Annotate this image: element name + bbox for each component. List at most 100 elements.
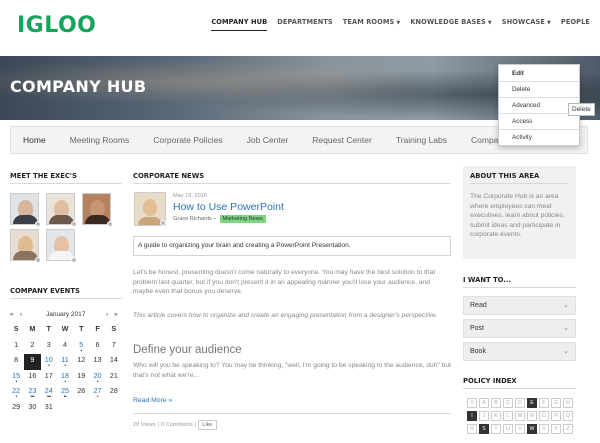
calendar-day[interactable]: 24 ••• <box>41 385 57 401</box>
policy-letter[interactable]: D <box>515 398 525 408</box>
calendar-day[interactable]: 25 •• <box>57 385 73 401</box>
calendar-day[interactable]: 5 • <box>73 339 89 355</box>
policy-letter[interactable]: N <box>527 411 537 421</box>
nav-team-rooms[interactable]: TEAM ROOMS ▼ <box>343 18 401 31</box>
want-read-button[interactable]: Read ⌄ <box>463 296 576 315</box>
calendar-day[interactable]: 28 <box>106 385 122 401</box>
prev-month-button[interactable]: ‹ <box>20 311 22 318</box>
calendar-day[interactable]: 30 <box>24 401 40 417</box>
policy-letter-active[interactable]: S <box>479 424 489 434</box>
want-post-button[interactable]: Post ⌄ <box>463 319 576 338</box>
calendar-day[interactable]: 27 • <box>89 385 105 401</box>
nav-people[interactable]: PEOPLE <box>561 18 590 31</box>
calendar-day[interactable]: 21 <box>106 370 122 386</box>
policy-letter[interactable]: H <box>563 398 573 408</box>
tab-job-center[interactable]: Job Center <box>235 135 301 145</box>
nav-departments[interactable]: DEPARTMENTS <box>277 18 333 31</box>
policy-letter[interactable]: V <box>515 424 525 434</box>
exec-avatar[interactable] <box>10 229 41 263</box>
news-author[interactable]: Grace Richards – <box>173 216 217 222</box>
menu-advanced[interactable]: Advanced <box>512 102 540 109</box>
exec-avatar[interactable] <box>82 193 113 227</box>
calendar-day[interactable]: 16 <box>24 370 40 386</box>
menu-activity[interactable]: Activity <box>512 134 532 141</box>
igloo-logo[interactable]: IGLOO <box>17 13 96 38</box>
policy-letter-active[interactable]: E <box>527 398 537 408</box>
policy-letter[interactable]: U <box>503 424 513 434</box>
calendar-day[interactable]: 2 <box>24 339 40 355</box>
calendar-day[interactable]: 8 <box>8 354 24 370</box>
prev-year-button[interactable]: « <box>10 311 14 318</box>
policy-letter[interactable]: O <box>539 411 549 421</box>
exec-avatar[interactable] <box>10 193 41 227</box>
menu-access[interactable]: Access <box>512 118 532 125</box>
policy-letter[interactable]: J <box>479 411 489 421</box>
calendar-day[interactable]: 22 • <box>8 385 24 401</box>
policy-letter[interactable]: F <box>539 398 549 408</box>
nav-showcase[interactable]: SHOWCASE ▼ <box>502 18 551 31</box>
tab-corporate-policies[interactable]: Corporate Policies <box>141 135 234 145</box>
about-panel: ABOUT THIS AREA The Corporate Hub is an … <box>463 166 576 259</box>
policy-letter[interactable]: K <box>491 411 501 421</box>
policy-letter-active[interactable]: W <box>527 424 537 434</box>
exec-avatar[interactable] <box>46 193 77 227</box>
news-title-link[interactable]: How to Use PowerPoint <box>173 201 284 213</box>
calendar-day[interactable]: 17 <box>41 370 57 386</box>
policy-letter[interactable]: G <box>551 398 561 408</box>
calendar-day[interactable]: 7 <box>106 339 122 355</box>
tab-request-center[interactable]: Request Center <box>300 135 384 145</box>
read-more-link[interactable]: Read More » <box>133 397 172 404</box>
next-year-button[interactable]: » <box>114 311 118 318</box>
calendar-day[interactable]: 11 • <box>57 354 73 370</box>
like-button[interactable]: Like <box>198 420 217 430</box>
exec-avatar[interactable] <box>46 229 77 263</box>
calendar-day[interactable]: 15 • <box>8 370 24 386</box>
policy-letter[interactable]: B <box>491 398 501 408</box>
tab-training-labs[interactable]: Training Labs <box>384 135 459 145</box>
calendar-day[interactable]: 26 <box>73 385 89 401</box>
nav-company-hub[interactable]: COMPANY HUB <box>211 18 268 31</box>
policy-letter-active[interactable]: I <box>467 411 477 421</box>
calendar-day[interactable]: 29 <box>8 401 24 417</box>
want-book-button[interactable]: Book ⌄ <box>463 342 576 361</box>
policy-letter[interactable]: X <box>539 424 549 434</box>
calendar-day[interactable]: 19 <box>73 370 89 386</box>
calendar-day-today[interactable]: 9 <box>24 354 41 370</box>
policy-letter[interactable]: # <box>467 398 477 408</box>
policy-letter[interactable]: T <box>491 424 501 434</box>
calendar-day[interactable]: 13 <box>89 354 105 370</box>
tab-meeting-rooms[interactable]: Meeting Rooms <box>58 135 142 145</box>
calendar-day[interactable]: 6 <box>89 339 105 355</box>
calendar-day[interactable]: 12 <box>73 354 89 370</box>
policy-letter[interactable]: P <box>551 411 561 421</box>
policy-letter[interactable]: R <box>467 424 477 434</box>
policy-letter[interactable]: L <box>503 411 513 421</box>
news-category-tag[interactable]: Marketing News <box>219 215 266 223</box>
calendar-day <box>89 401 105 417</box>
policy-letter[interactable]: A <box>479 398 489 408</box>
menu-edit[interactable]: Edit <box>512 70 524 77</box>
calendar-day[interactable]: 10 • <box>41 354 57 370</box>
author-avatar[interactable] <box>134 192 166 226</box>
policy-letter[interactable]: C <box>503 398 513 408</box>
nav-knowledge-bases[interactable]: KNOWLEDGE BASES ▼ <box>410 18 491 31</box>
menu-delete[interactable]: Delete <box>512 86 530 93</box>
news-date: May 19, 2016 <box>173 193 207 199</box>
policy-letter[interactable]: M <box>515 411 525 421</box>
calendar-day[interactable]: 20 • <box>89 370 105 386</box>
comments-count[interactable]: 0 Comments <box>161 422 193 428</box>
next-month-button[interactable]: › <box>106 311 108 318</box>
calendar-day[interactable]: 4 <box>57 339 73 355</box>
calendar-day[interactable]: 3 <box>41 339 57 355</box>
calendar-day[interactable]: 1 <box>8 339 24 355</box>
calendar-day[interactable]: 18 • <box>57 370 73 386</box>
policy-letter[interactable]: Q <box>563 411 573 421</box>
tab-home[interactable]: Home <box>11 135 58 145</box>
policy-letter[interactable]: Z <box>563 424 573 434</box>
calendar-day[interactable]: 31 <box>41 401 57 417</box>
calendar-day[interactable]: 14 <box>106 354 122 370</box>
about-heading: ABOUT THIS AREA <box>470 172 540 180</box>
calendar-day[interactable]: 23 ••• <box>24 385 40 401</box>
policy-letter[interactable]: Y <box>551 424 561 434</box>
top-bar: IGLOO COMPANY HUB DEPARTMENTS TEAM ROOMS… <box>0 0 600 56</box>
